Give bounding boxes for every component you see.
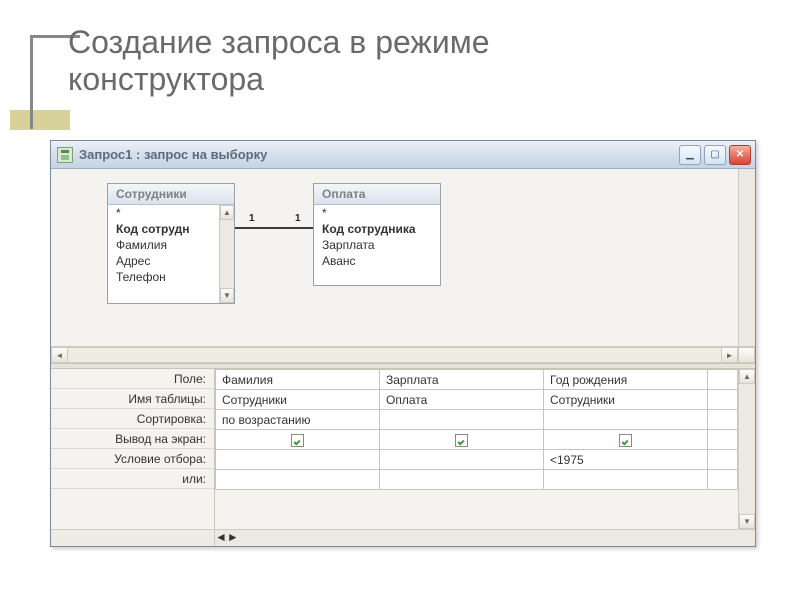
grid-cell[interactable]	[544, 470, 708, 490]
grid-cell-empty[interactable]	[708, 410, 738, 430]
grid-row-or	[216, 470, 738, 490]
table-field[interactable]: Телефон	[108, 269, 234, 285]
row-label-field: Поле:	[51, 369, 214, 389]
table-field[interactable]: Код сотрудника	[314, 221, 440, 237]
checkbox-icon[interactable]	[619, 434, 632, 447]
design-grid-pane: Поле: Имя таблицы: Сортировка: Вывод на …	[51, 369, 755, 529]
grid-row-table: Сотрудники Оплата Сотрудники	[216, 390, 738, 410]
tables-pane[interactable]: Сотрудники * Код сотрудн Фамилия Адрес Т…	[51, 169, 755, 363]
table-scrollbar[interactable]: ▲ ▼	[219, 205, 234, 303]
scrollbar-corner	[239, 530, 256, 546]
grid-row-sort: по возрастанию	[216, 410, 738, 430]
scroll-left-icon[interactable]: ◄	[215, 530, 227, 546]
checkbox-icon[interactable]	[291, 434, 304, 447]
row-label-show: Вывод на экран:	[51, 429, 214, 449]
row-label-or: или:	[51, 469, 214, 489]
grid-row-criteria: <1975	[216, 450, 738, 470]
slide-title: Создание запроса в режиме конструктора	[68, 24, 490, 98]
scroll-right-icon[interactable]: ►	[227, 530, 239, 546]
grid-cell-empty[interactable]	[708, 430, 738, 450]
row-label-criteria: Условие отбора:	[51, 449, 214, 469]
pane-horizontal-scrollbar[interactable]: ◄ ►	[51, 346, 755, 363]
relation-cardinality-left: 1	[249, 213, 255, 224]
pane-vertical-scrollbar[interactable]	[738, 169, 755, 346]
grid-cell[interactable]: Год рождения	[544, 370, 708, 390]
close-button[interactable]: ✕	[729, 145, 751, 165]
window-titlebar[interactable]: Запрос1 : запрос на выборку ▁ ▢ ✕	[51, 141, 755, 169]
table-box-payment[interactable]: Оплата * Код сотрудника Зарплата Аванс	[313, 183, 441, 286]
scroll-up-icon[interactable]: ▲	[220, 205, 234, 220]
grid-cell-empty[interactable]	[708, 450, 738, 470]
grid-cell-empty[interactable]	[708, 370, 738, 390]
grid-row-show	[216, 430, 738, 450]
table-title[interactable]: Сотрудники	[108, 184, 234, 205]
window-title: Запрос1 : запрос на выборку	[79, 147, 267, 162]
grid-cell[interactable]	[216, 470, 380, 490]
table-field[interactable]: Аванс	[314, 253, 440, 269]
query-icon	[57, 147, 73, 163]
grid-cell[interactable]: <1975	[544, 450, 708, 470]
grid-cell[interactable]: по возрастанию	[216, 410, 380, 430]
grid-cell[interactable]: Фамилия	[216, 370, 380, 390]
table-field[interactable]: *	[108, 205, 234, 221]
row-label-table: Имя таблицы:	[51, 389, 214, 409]
grid-cell-empty[interactable]	[708, 470, 738, 490]
grid-cell[interactable]	[216, 450, 380, 470]
scroll-down-icon[interactable]: ▼	[220, 288, 234, 303]
design-grid[interactable]: Фамилия Зарплата Год рождения Сотрудники…	[215, 369, 738, 529]
grid-horizontal-scrollbar[interactable]: ◄ ►	[51, 529, 755, 546]
scrollbar-corner	[738, 347, 755, 363]
table-field[interactable]: Код сотрудн	[108, 221, 234, 237]
minimize-button[interactable]: ▁	[679, 145, 701, 165]
table-title[interactable]: Оплата	[314, 184, 440, 205]
scroll-up-icon[interactable]: ▲	[739, 369, 755, 384]
scroll-down-icon[interactable]: ▼	[739, 514, 755, 529]
slide-title-line1: Создание запроса в режиме	[68, 24, 490, 60]
scroll-left-icon[interactable]: ◄	[51, 347, 68, 363]
relation-cardinality-right: 1	[295, 213, 301, 224]
checkbox-icon[interactable]	[455, 434, 468, 447]
grid-cell[interactable]: Сотрудники	[544, 390, 708, 410]
table-field[interactable]: *	[314, 205, 440, 221]
grid-cell-show[interactable]	[380, 430, 544, 450]
scroll-right-icon[interactable]: ►	[721, 347, 738, 363]
table-box-employees[interactable]: Сотрудники * Код сотрудн Фамилия Адрес Т…	[107, 183, 235, 304]
row-label-sort: Сортировка:	[51, 409, 214, 429]
grid-cell[interactable]	[380, 470, 544, 490]
grid-cell[interactable]	[544, 410, 708, 430]
grid-cell[interactable]	[380, 450, 544, 470]
grid-cell-show[interactable]	[544, 430, 708, 450]
grid-cell-show[interactable]	[216, 430, 380, 450]
table-field[interactable]: Фамилия	[108, 237, 234, 253]
grid-cell-empty[interactable]	[708, 390, 738, 410]
grid-cell[interactable]	[380, 410, 544, 430]
grid-vertical-scrollbar[interactable]: ▲ ▼	[738, 369, 755, 529]
grid-cell[interactable]: Сотрудники	[216, 390, 380, 410]
slide-title-line2: конструктора	[68, 61, 264, 97]
relationship-line[interactable]	[235, 227, 313, 229]
design-row-labels: Поле: Имя таблицы: Сортировка: Вывод на …	[51, 369, 215, 529]
grid-cell[interactable]: Зарплата	[380, 370, 544, 390]
table-field[interactable]: Адрес	[108, 253, 234, 269]
query-design-window: Запрос1 : запрос на выборку ▁ ▢ ✕ Сотруд…	[50, 140, 756, 547]
grid-cell[interactable]: Оплата	[380, 390, 544, 410]
maximize-button[interactable]: ▢	[704, 145, 726, 165]
table-field[interactable]: Зарплата	[314, 237, 440, 253]
grid-row-field: Фамилия Зарплата Год рождения	[216, 370, 738, 390]
